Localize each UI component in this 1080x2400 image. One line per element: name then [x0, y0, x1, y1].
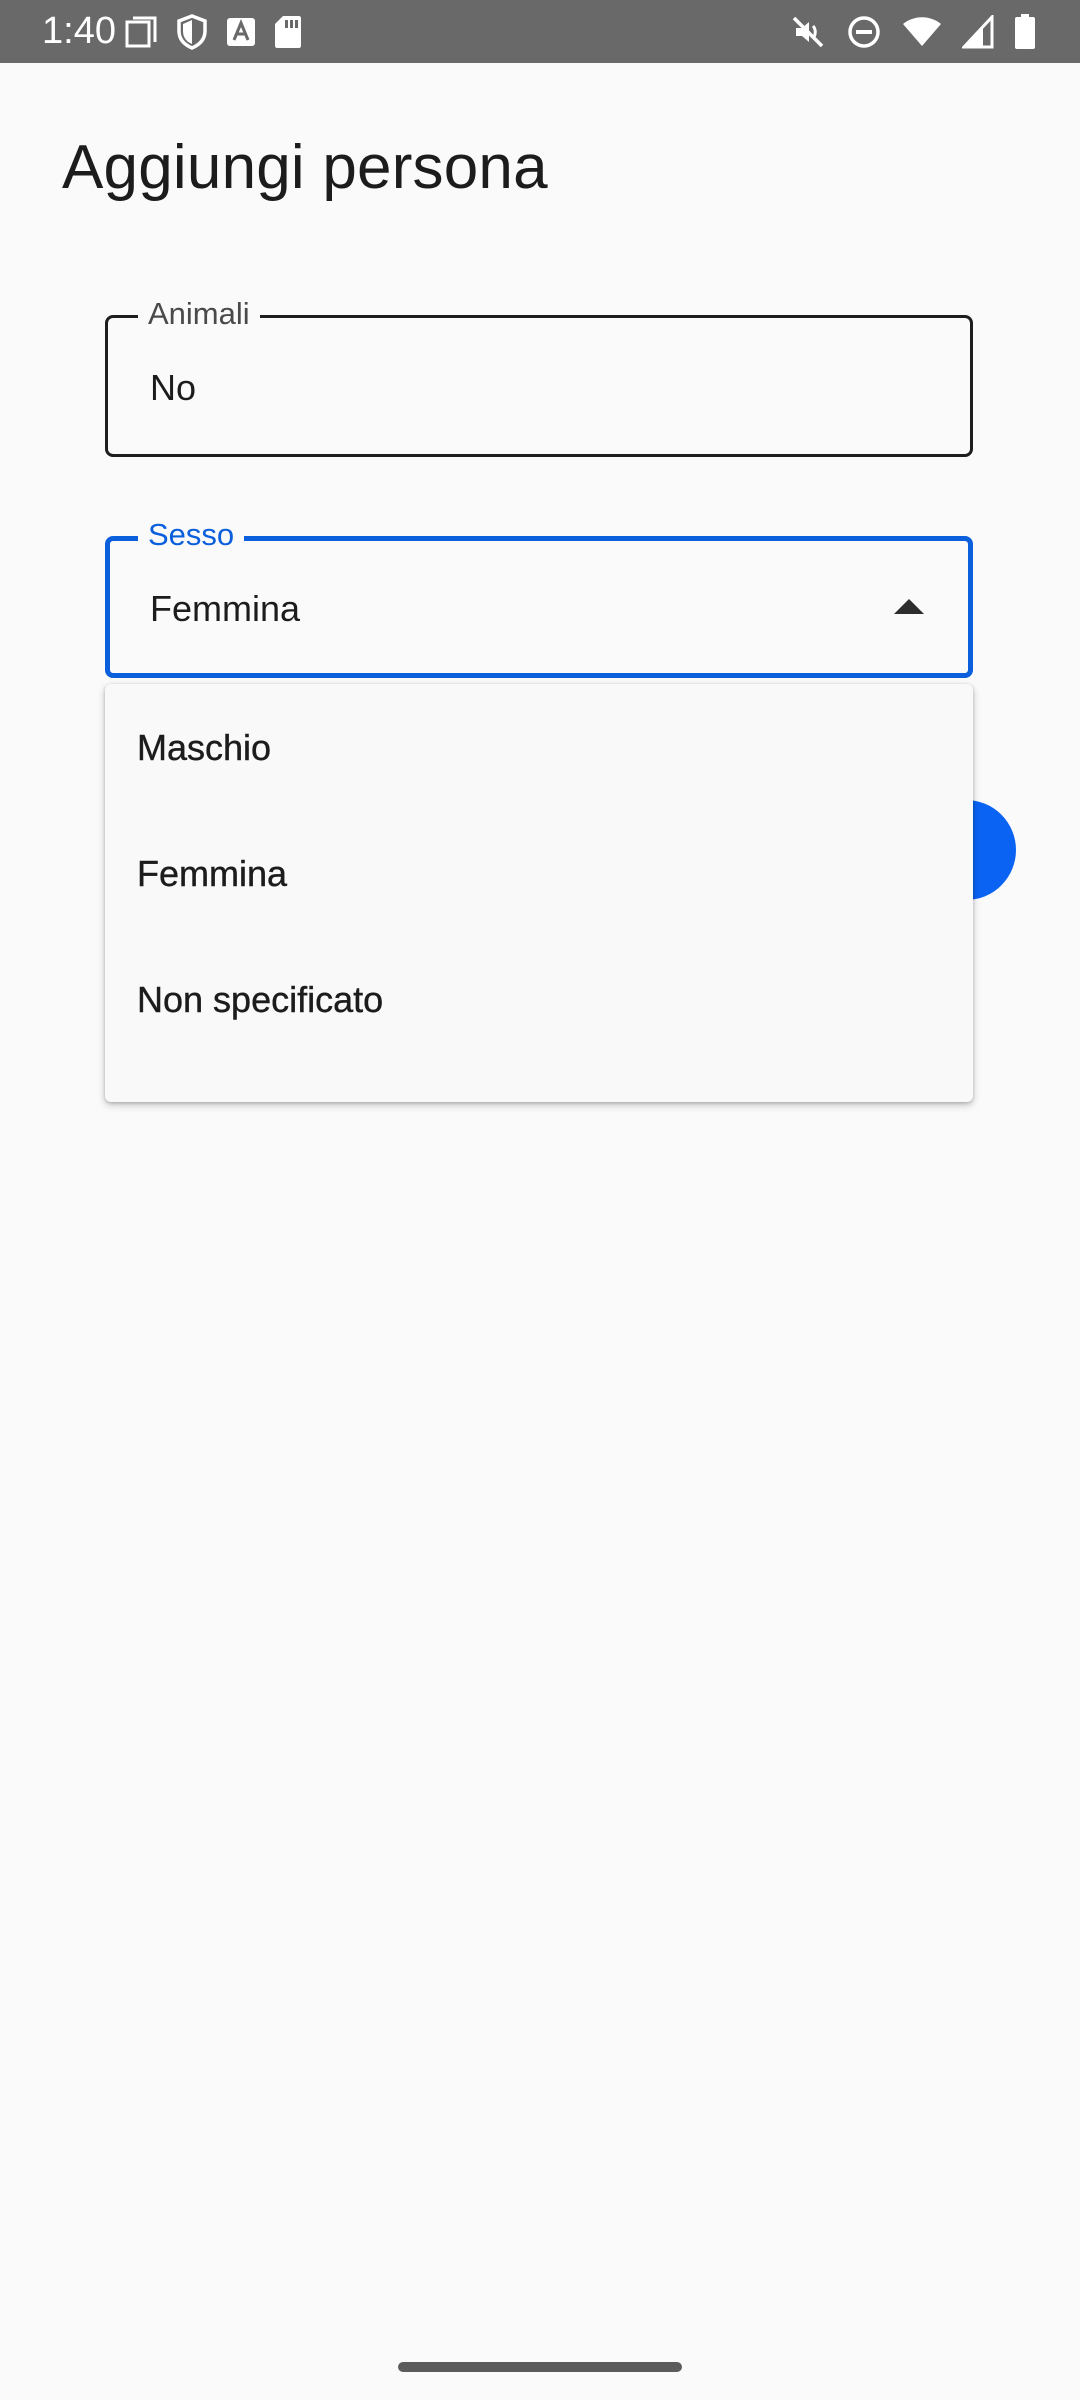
screen: 1:40 Aggiungi persona Animali No Sesso F…	[0, 0, 1080, 2400]
animali-field-label: Animali	[138, 296, 260, 332]
battery-icon	[1014, 14, 1036, 50]
dropdown-option-label: Non specificato	[137, 979, 384, 1020]
dropdown-option-label: Femmina	[137, 853, 288, 894]
font-a-icon	[226, 17, 256, 47]
wifi-icon	[902, 16, 942, 48]
mute-vibrate-icon	[790, 14, 826, 50]
gesture-nav-bar[interactable]	[398, 2362, 682, 2372]
dropdown-option-maschio[interactable]: Maschio	[105, 684, 973, 810]
sesso-field-label: Sesso	[138, 517, 245, 553]
dropdown-option-label: Maschio	[137, 727, 272, 768]
do-not-disturb-icon	[846, 14, 882, 50]
dropdown-option-femmina[interactable]: Femmina	[105, 810, 973, 936]
signal-icon	[962, 15, 994, 49]
screenshot-icon	[124, 15, 158, 49]
status-bar: 1:40	[0, 0, 1080, 63]
dropdown-option-non-specificato[interactable]: Non specificato	[105, 936, 973, 1062]
chevron-up-icon[interactable]	[894, 599, 924, 614]
shield-icon	[176, 14, 208, 50]
page-title: Aggiungi persona	[62, 133, 548, 202]
animali-field-value: No	[150, 367, 197, 408]
sesso-dropdown-menu: Maschio Femmina Non specificato	[105, 684, 973, 1102]
status-time: 1:40	[42, 10, 116, 52]
sesso-dropdown-field[interactable]: Sesso Femmina	[105, 517, 973, 678]
animali-field[interactable]: Animali No	[105, 296, 973, 457]
status-left-icons	[124, 13, 302, 51]
sd-card-icon	[274, 15, 302, 49]
status-right-icons	[790, 12, 1036, 52]
sesso-field-value: Femmina	[150, 588, 301, 629]
